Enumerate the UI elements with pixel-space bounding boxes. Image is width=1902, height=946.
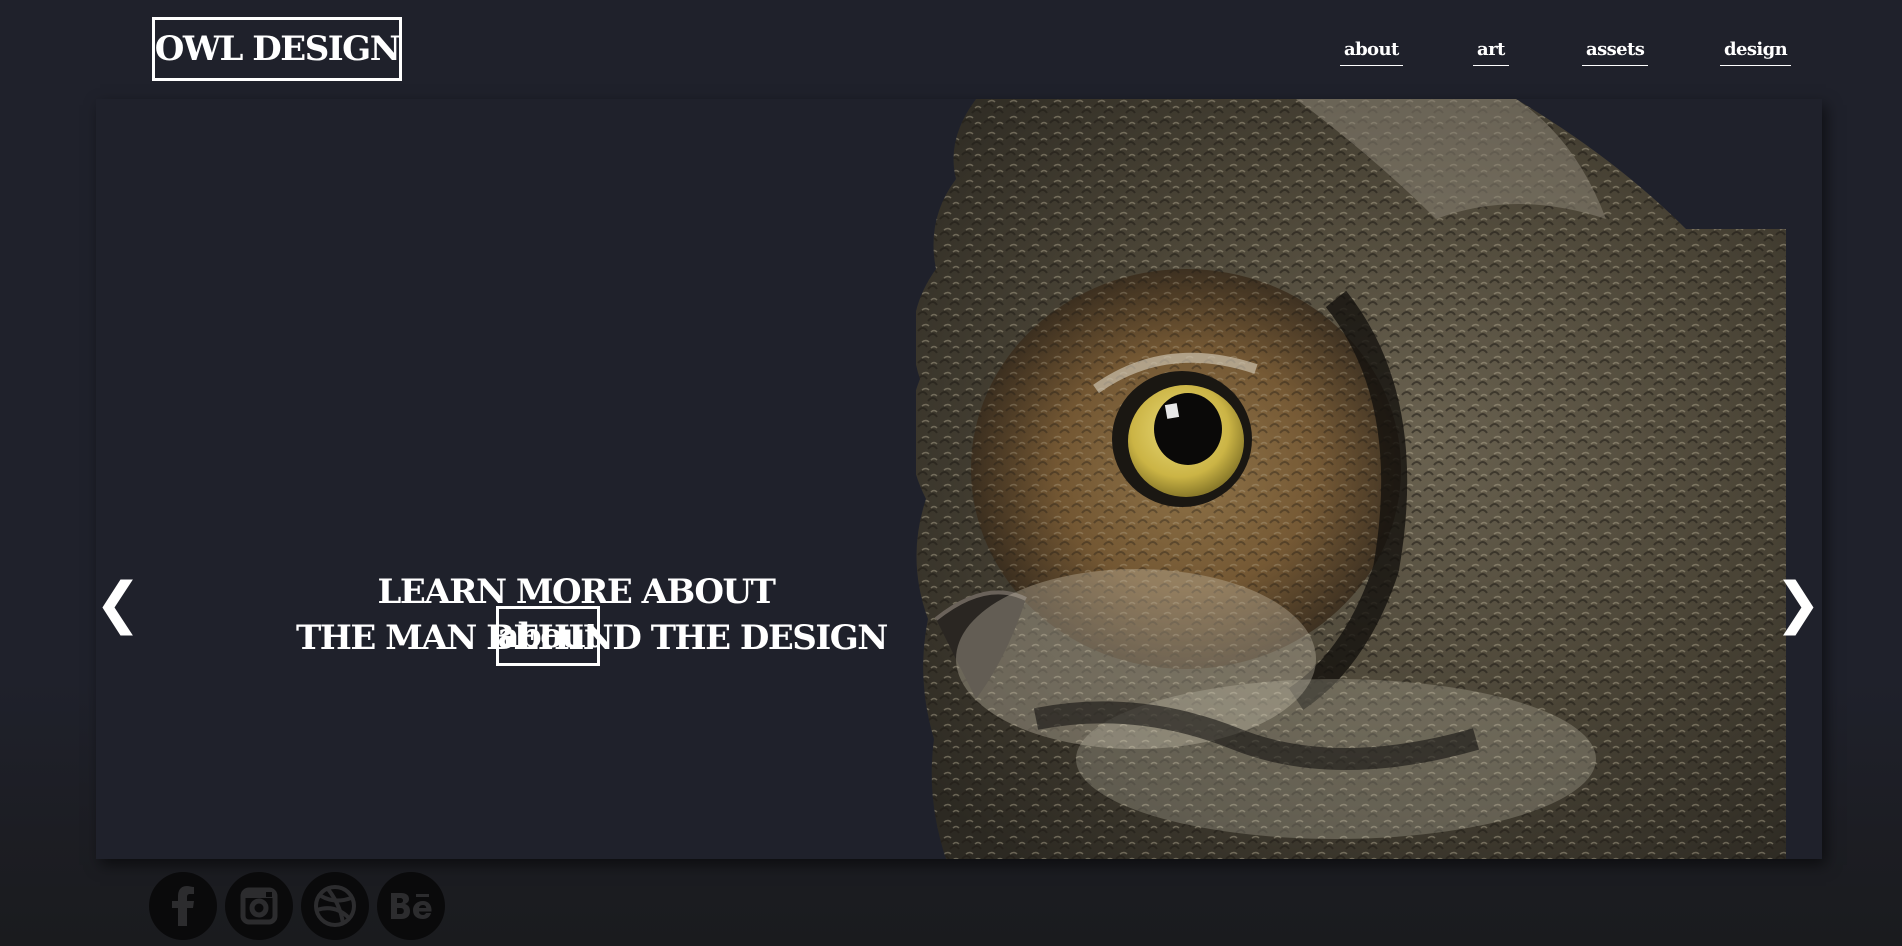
nav-link-about[interactable]: about: [1340, 38, 1403, 66]
hero-slider: LEARN MORE ABOUT THE MAN BEHIND THE DESI…: [96, 99, 1822, 859]
instagram-icon[interactable]: [225, 872, 293, 940]
dribbble-icon[interactable]: [301, 872, 369, 940]
nav-link-design[interactable]: design: [1720, 38, 1792, 66]
facebook-icon[interactable]: [149, 872, 217, 940]
next-slide-arrow-icon[interactable]: ❯: [1775, 571, 1822, 636]
owl-image: [916, 99, 1822, 859]
about-cta-button[interactable]: about: [496, 606, 600, 666]
logo[interactable]: OWL DESIGN: [152, 17, 402, 81]
nav-link-art[interactable]: art: [1473, 38, 1509, 66]
prev-slide-arrow-icon[interactable]: ❮: [96, 571, 141, 636]
behance-icon[interactable]: [377, 872, 445, 940]
nav-link-assets[interactable]: assets: [1582, 38, 1649, 66]
